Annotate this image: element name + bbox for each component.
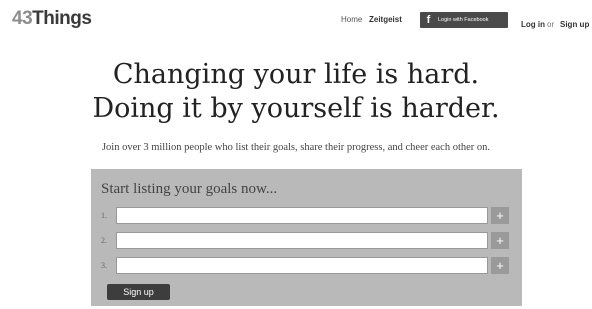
add-goal-2-button[interactable]: + [491,232,509,249]
goal-input-3[interactable] [116,257,488,274]
goal-list-panel: Start listing your goals now... 1. + 2. … [91,169,522,306]
hero-line-2: Doing it by yourself is harder. [92,93,500,124]
goal-input-2[interactable] [116,232,488,249]
goal-row-3: 3. + [99,257,515,276]
login-link[interactable]: Log in [521,20,545,29]
goal-row-2: 2. + [99,232,515,251]
facebook-button-label: Login with Facebook [438,17,489,23]
site-logo[interactable]: 43Things [12,8,92,30]
plus-icon: + [496,233,504,248]
add-goal-1-button[interactable]: + [491,207,509,224]
goal-row-1: 1. + [99,207,515,226]
top-bar: 43Things Home Zeitgeist f Login with Fac… [0,0,592,40]
goal-number: 3. [101,261,107,270]
hero-headline: Changing your life is hard. Doing it by … [0,58,592,126]
nav-zeitgeist-link[interactable]: Zeitgeist [369,15,402,24]
hero-subtitle: Join over 3 million people who list thei… [101,142,491,153]
login-with-facebook-button[interactable]: f Login with Facebook [420,12,508,28]
add-goal-3-button[interactable]: + [491,257,509,274]
hero-line-1: Changing your life is hard. [112,59,480,90]
signup-button[interactable]: Sign up [107,284,170,300]
logo-number: 43 [12,8,33,29]
logo-word: Things [32,8,92,29]
goal-input-1[interactable] [116,207,488,224]
goal-number: 1. [101,211,107,220]
or-separator: or [547,20,555,29]
plus-icon: + [496,258,504,273]
plus-icon: + [496,208,504,223]
panel-title: Start listing your goals now... [101,181,278,197]
signup-link[interactable]: Sign up [560,20,589,29]
nav-home-link[interactable]: Home [341,15,362,24]
goal-number: 2. [101,236,107,245]
facebook-icon: f [426,14,431,26]
